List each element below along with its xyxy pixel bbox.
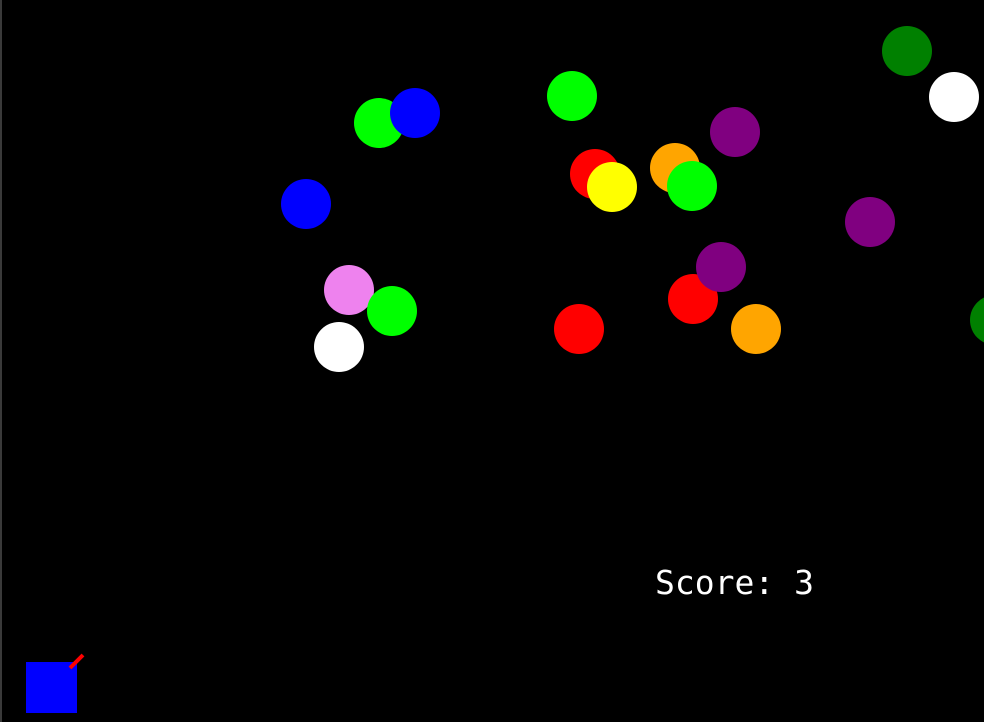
- ball-purple-2: [845, 197, 895, 247]
- ball-blue-2: [281, 179, 331, 229]
- ball-white-2: [314, 322, 364, 372]
- ball-darkgreen-1: [882, 26, 932, 76]
- player-square[interactable]: [26, 662, 77, 713]
- ball-purple-3: [696, 242, 746, 292]
- ball-purple-1: [710, 107, 760, 157]
- ball-green-3: [667, 161, 717, 211]
- ball-orange-2: [731, 304, 781, 354]
- game-window[interactable]: Score: 3: [0, 0, 984, 722]
- ball-green-2: [547, 71, 597, 121]
- game-canvas[interactable]: [0, 0, 984, 722]
- ball-violet-1: [324, 265, 374, 315]
- ball-green-5: [970, 297, 984, 343]
- score-display: Score: 3: [655, 563, 814, 602]
- ball-yellow-1: [587, 162, 637, 212]
- ball-green-4: [367, 286, 417, 336]
- balls-layer: [281, 26, 984, 372]
- ball-blue-1: [390, 88, 440, 138]
- ball-white-1: [929, 72, 979, 122]
- player-cannon[interactable]: [26, 653, 85, 713]
- ball-red-2: [554, 304, 604, 354]
